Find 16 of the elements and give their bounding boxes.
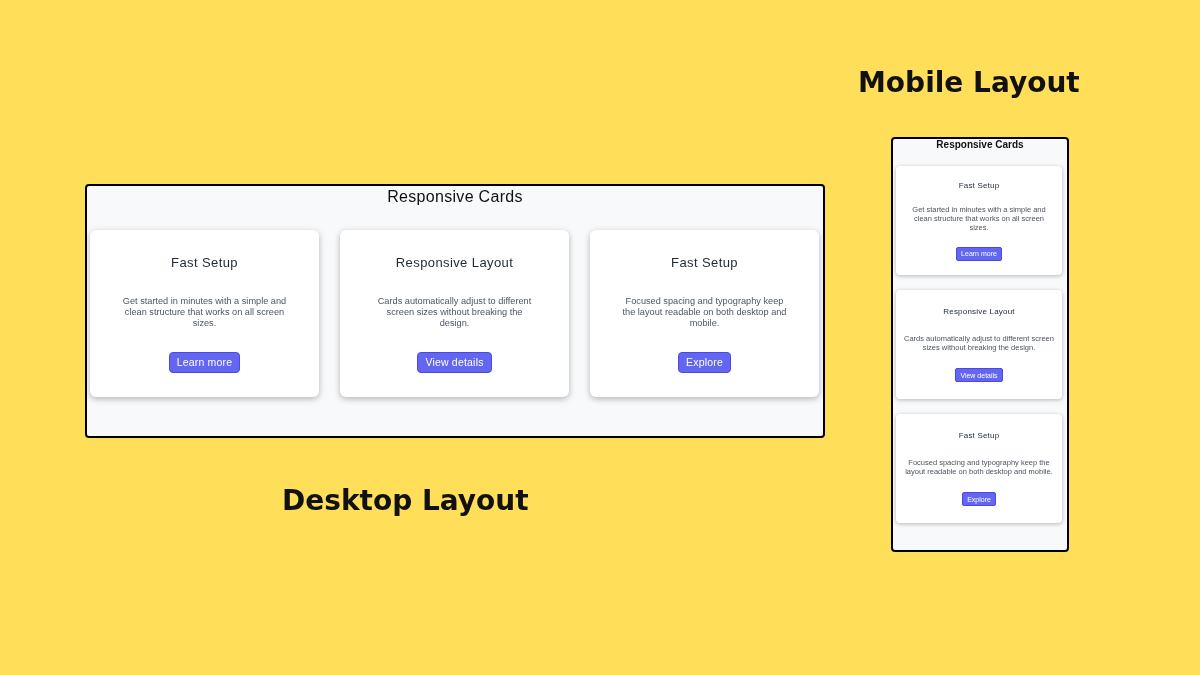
- card-button[interactable]: Explore: [678, 352, 731, 374]
- card-title: Responsive Layout: [943, 306, 1015, 317]
- desktop-layout-caption: Desktop Layout: [282, 484, 529, 518]
- card-title: Responsive Layout: [395, 253, 514, 272]
- card-description: Get started in minutes with a simple and clean structure that works on all screen sizes.: [121, 295, 288, 329]
- card-title: Fast Setup: [958, 180, 1000, 191]
- card-button[interactable]: View details: [417, 352, 492, 374]
- card-title: Fast Setup: [958, 430, 1000, 441]
- card-description: Focused spacing and typography keep the layout readable on both desktop and mobile.: [621, 295, 788, 329]
- card-title: Fast Setup: [171, 253, 238, 272]
- card-title: Fast Setup: [671, 253, 738, 272]
- page-heading: Responsive Cards: [387, 187, 523, 207]
- mobile-layout-caption: Mobile Layout: [858, 66, 1080, 100]
- card-description: Cards automatically adjust to different screen sizes without breaking the design.: [376, 295, 533, 329]
- page-heading: Responsive Cards: [936, 139, 1024, 151]
- card-button[interactable]: Learn more: [168, 352, 241, 374]
